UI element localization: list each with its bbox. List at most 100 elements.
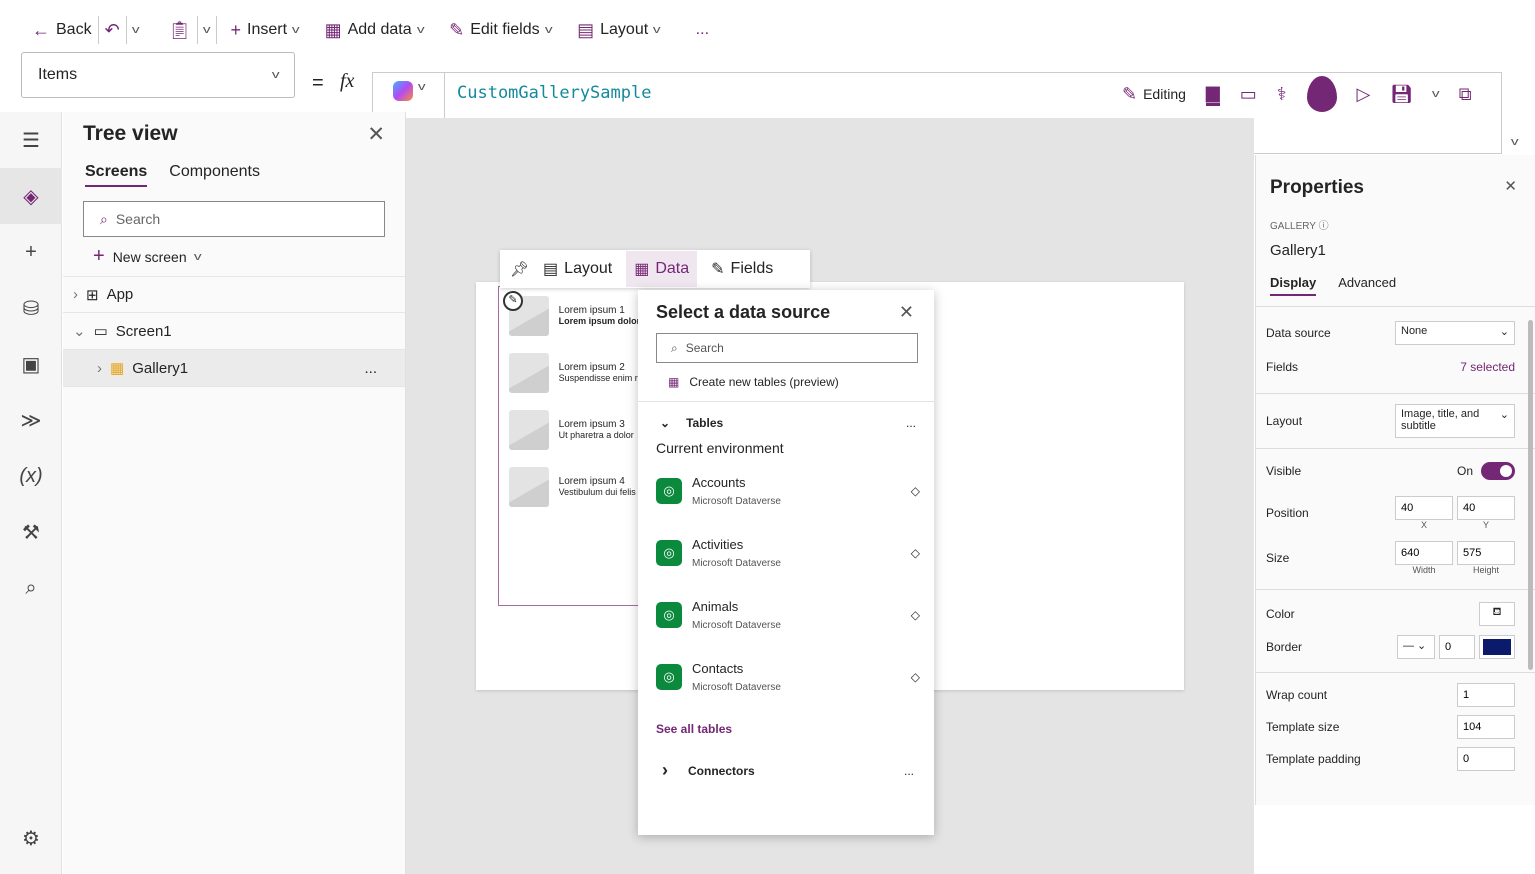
tree-item-app[interactable]: › ⊞ App [63, 276, 405, 313]
template-size-input[interactable] [1457, 715, 1515, 739]
divider [197, 16, 199, 44]
datasource-item[interactable]: ◎ Contacts Microsoft Dataverse ◇ [638, 646, 934, 708]
dataverse-icon: ◎ [656, 478, 682, 504]
close-icon[interactable]: ✕ [899, 302, 914, 323]
copilot-icon [392, 81, 413, 101]
connectors-section[interactable]: › Connectors... [638, 750, 934, 781]
gallery-item[interactable]: Lorem ipsum 3 Ut pharetra a dolor [499, 401, 640, 458]
help-icon[interactable]: ⓘ [1319, 221, 1329, 232]
expand-formula-icon[interactable]: v [1511, 136, 1519, 148]
close-icon[interactable]: ✕ [1504, 177, 1517, 199]
variables-icon[interactable]: (x) [0, 448, 62, 504]
template-padding-input[interactable] [1457, 747, 1515, 771]
datasource-item[interactable]: ◎ Animals Microsoft Dataverse ◇ [638, 584, 934, 646]
create-tables-button[interactable]: ▦ Create new tables (preview) [638, 363, 934, 402]
add-data-button[interactable]: ▦ Add data v [324, 19, 425, 41]
gallery-toolbar: 📌︎ ▤ Layout ▦ Data ✎ Fields [500, 250, 810, 288]
premium-diamond-icon: ◇ [910, 484, 920, 498]
media-icon[interactable]: ▣ [0, 336, 62, 392]
datasource-item[interactable]: ◎ Accounts Microsoft Dataverse ◇ [638, 460, 934, 522]
data-icon[interactable]: ⛁ [0, 280, 62, 336]
border-label: Border [1266, 640, 1303, 654]
image-placeholder-icon [509, 409, 549, 450]
width-input[interactable] [1395, 541, 1453, 565]
see-all-tables-link[interactable]: See all tables [638, 708, 934, 750]
position-x-input[interactable] [1395, 496, 1453, 520]
dataverse-icon: ◎ [656, 602, 682, 628]
plus-icon: + [93, 245, 105, 267]
position-y-input[interactable] [1457, 496, 1515, 520]
insert-icon[interactable]: + [0, 224, 62, 280]
layers-icon[interactable]: ◈ [0, 168, 62, 224]
gallery-fields-button[interactable]: ✎ Fields [711, 259, 773, 279]
chevron-down-icon: v [653, 24, 661, 36]
gallery1-control[interactable]: Lorem ipsum 1 Lorem ipsum dolor Lorem ipsu… [498, 286, 640, 606]
more-options-button[interactable]: ... [364, 360, 377, 377]
border-width-input[interactable] [1439, 635, 1475, 659]
table-add-icon: ▦ [324, 19, 342, 40]
gallery-item[interactable]: Lorem ipsum 2 Suspendisse enim r [499, 344, 640, 401]
search-icon: ⌕ [671, 340, 678, 355]
layout-dropdown[interactable]: Image, title, and subtitle ⌄ [1395, 404, 1515, 438]
power-automate-icon[interactable]: ≫ [0, 392, 62, 448]
menu-icon[interactable]: ☰ [0, 112, 62, 168]
more-button[interactable]: ... [696, 21, 709, 39]
tab-screens[interactable]: Screens [85, 163, 148, 187]
new-screen-button[interactable]: + New screen v [63, 237, 405, 276]
gallery-item[interactable]: Lorem ipsum 4 Vestibulum dui felis [499, 458, 640, 515]
border-style-dropdown[interactable]: — ⌄ [1397, 635, 1435, 659]
flyout-title: Select a data source [656, 302, 831, 322]
tools-icon[interactable]: ⚒ [0, 504, 62, 560]
tables-section[interactable]: ⌄ Tables... [638, 402, 934, 436]
scrollbar[interactable] [1528, 320, 1533, 670]
gallery-icon: ▦ [110, 360, 125, 377]
more-options-button[interactable]: ... [906, 416, 916, 430]
tree-item-screen1[interactable]: ⌄ ▭ Screen1 [63, 313, 405, 350]
undo-icon[interactable]: ↶ [105, 20, 120, 41]
template-size-label: Template size [1266, 720, 1340, 734]
height-input[interactable] [1457, 541, 1515, 565]
chevron-down-icon[interactable]: v [132, 24, 140, 36]
more-options-button[interactable]: ... [904, 764, 914, 778]
chevron-down-icon[interactable]: v [203, 24, 211, 36]
left-rail: ☰ ◈ + ⛁ ▣ ≫ (x) ⚒ ⌕ ⚙ [0, 112, 62, 874]
data-source-dropdown[interactable]: None ⌄ [1395, 321, 1515, 345]
datasource-item[interactable]: ◎ Activities Microsoft Dataverse ◇ [638, 522, 934, 584]
datasource-search-input[interactable]: ⌕ Search [656, 333, 918, 363]
fill-color-picker[interactable]: ⛾ [1479, 602, 1515, 626]
item-title: Lorem ipsum 3 [558, 419, 625, 430]
tab-advanced[interactable]: Advanced [1338, 275, 1396, 296]
search-icon[interactable]: ⌕ [0, 560, 62, 616]
wrap-count-input[interactable] [1457, 683, 1515, 707]
paste-icon[interactable]: 📋︎ [168, 20, 191, 41]
layout-button[interactable]: ▤ Layout v [577, 20, 661, 41]
tab-display[interactable]: Display [1270, 275, 1317, 296]
tree-search-input[interactable]: ⌕ Search [83, 201, 385, 237]
table-source: Microsoft Dataverse [692, 620, 781, 631]
image-placeholder-icon [509, 352, 549, 393]
insert-button[interactable]: + Insert v [231, 20, 300, 41]
visible-toggle[interactable] [1481, 462, 1515, 480]
settings-icon[interactable]: ⚙ [0, 810, 62, 866]
tab-components[interactable]: Components [169, 163, 260, 187]
chevron-down-icon: v [416, 24, 425, 36]
tree-item-gallery1[interactable]: › ▦ Gallery1... [63, 350, 405, 387]
property-dropdown[interactable]: Items v [21, 52, 295, 98]
close-icon[interactable]: ✕ [367, 122, 385, 147]
edit-gallery-icon[interactable]: ✎ [503, 291, 523, 311]
premium-diamond-icon: ◇ [910, 546, 920, 560]
equals-sign: = [312, 72, 324, 94]
back-button[interactable]: ← Back [32, 20, 92, 41]
item-title: Lorem ipsum 1 [558, 305, 625, 316]
gallery-data-button[interactable]: ▦ Data [626, 251, 698, 287]
table-name: Animals [692, 599, 739, 614]
gallery-layout-button[interactable]: ▤ Layout [543, 259, 612, 279]
data-source-flyout: Select a data source ✕ ⌕ Search ▦ Create ne… [638, 290, 934, 835]
divider [125, 16, 127, 44]
pin-icon[interactable]: 📌︎ [510, 260, 529, 278]
table-icon: ▦ [634, 261, 650, 278]
edit-fields-button[interactable]: ✎ Edit fields v [449, 20, 552, 41]
fields-link[interactable]: 7 selected [1460, 360, 1515, 374]
y-caption: Y [1482, 520, 1489, 530]
border-color-picker[interactable] [1479, 635, 1515, 659]
